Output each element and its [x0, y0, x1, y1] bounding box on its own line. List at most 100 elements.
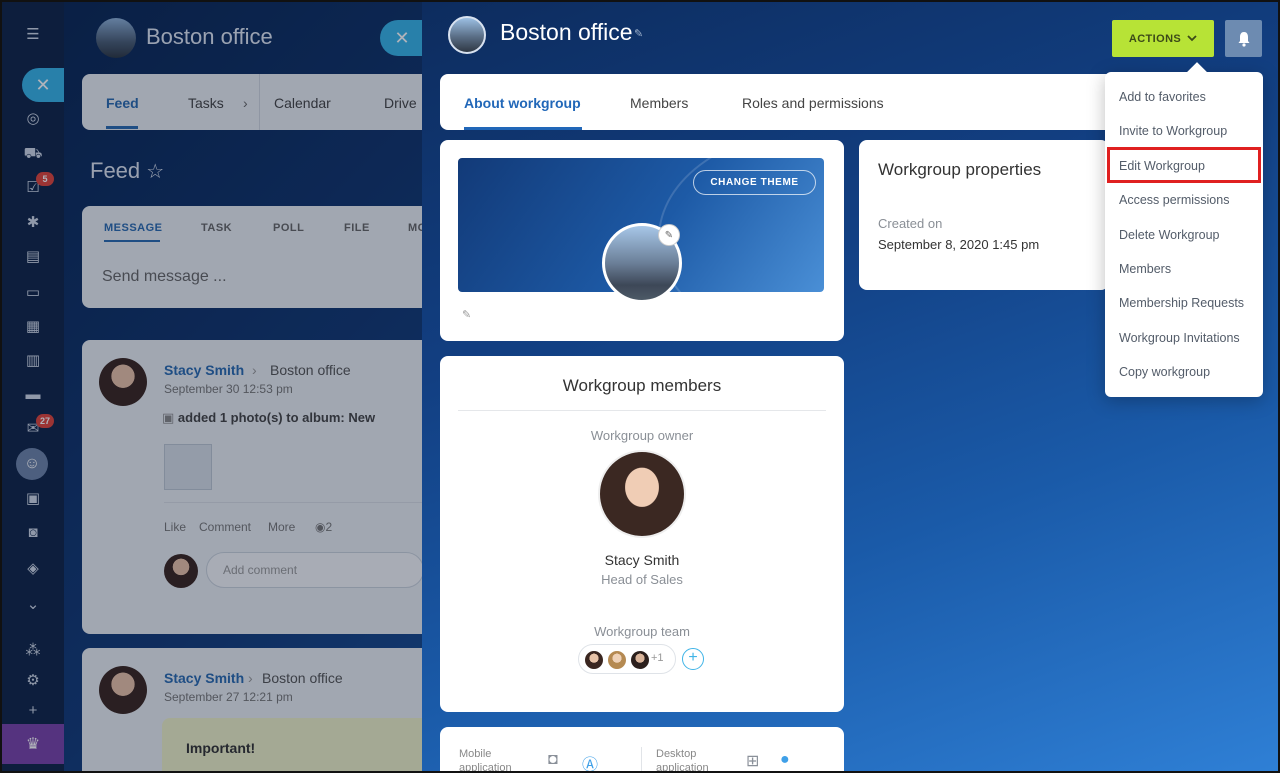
screen: ☰ ✕ ◎ ⛟ ☑ 5 ✱ ▤ ▭ ▦ ▥ ▬ ✉ 27 ☺ ▣ ◙ ◈ ⌄ ⁂…	[0, 0, 1280, 773]
post-target[interactable]: Boston office	[262, 670, 343, 686]
actions-button[interactable]: ACTIONS	[1112, 20, 1214, 57]
avatar	[164, 554, 198, 588]
composer-tab-poll[interactable]: POLL	[273, 222, 304, 234]
menu-item-invite-to-workgroup[interactable]: Invite to Workgroup	[1119, 124, 1227, 138]
pencil-icon[interactable]: ✎	[658, 224, 680, 246]
mobile-app-label: Mobile application	[459, 748, 512, 773]
members-title: Workgroup members	[562, 376, 722, 395]
owner-name[interactable]: Stacy Smith	[440, 552, 844, 568]
menu-icon[interactable]: ☰	[19, 20, 47, 48]
apps-card: Mobile application ◘ Ⓐ Desktop applicati…	[440, 727, 844, 773]
created-value: September 8, 2020 1:45 pm	[878, 237, 1040, 252]
tab-tasks[interactable]: Tasks	[188, 95, 224, 111]
sites-icon[interactable]: ▤	[19, 242, 47, 270]
post-target[interactable]: Boston office	[270, 362, 351, 378]
properties-title: Workgroup properties	[878, 160, 1042, 179]
image-icon: ▣	[162, 410, 175, 425]
settings-icon[interactable]: ⚙	[19, 666, 47, 694]
change-theme-button[interactable]: CHANGE THEME	[693, 170, 816, 195]
tab-roles-and-permissions[interactable]: Roles and permissions	[742, 95, 884, 111]
composer-tab-file[interactable]: FILE	[344, 222, 370, 234]
avatar[interactable]	[99, 666, 147, 714]
chat-icon[interactable]: ▭	[19, 278, 47, 306]
pencil-icon[interactable]: ✎	[634, 27, 643, 40]
avatar	[607, 650, 627, 670]
members-card: Workgroup members Workgroup owner Stacy …	[440, 356, 844, 712]
app-store-icon[interactable]: Ⓐ	[582, 751, 598, 771]
feed-title-text: Feed	[90, 158, 141, 183]
important-message: Important!	[162, 718, 424, 771]
star-icon[interactable]: ☆	[146, 161, 164, 183]
background-page: Boston office ✕ Feed Tasks › Calendar Dr…	[64, 2, 426, 771]
comment-input[interactable]: Add comment	[206, 552, 424, 588]
close-icon[interactable]: ✕	[22, 68, 64, 102]
menu-item-membership-requests[interactable]: Membership Requests	[1119, 296, 1244, 310]
tab-about-workgroup[interactable]: About workgroup	[464, 95, 581, 111]
post-composer: MESSAGE TASK POLL FILE MO Send message .…	[82, 206, 426, 308]
avatar[interactable]	[99, 358, 147, 406]
desktop-app-label: Desktop application	[656, 748, 709, 773]
crm-icon[interactable]: ✱	[19, 208, 47, 236]
menu-item-access-permissions[interactable]: Access permissions	[1119, 193, 1229, 207]
composer-tab-task[interactable]: TASK	[201, 222, 232, 234]
sitemap-icon[interactable]: ⁂	[19, 636, 47, 664]
cover-card: CHANGE THEME ✎ ✎	[440, 140, 844, 341]
bell-icon[interactable]	[1225, 20, 1262, 57]
post-date[interactable]: September 30 12:53 pm	[164, 382, 293, 396]
group-avatar	[448, 16, 486, 54]
tab-calendar[interactable]: Calendar	[274, 95, 331, 111]
feed-title: Feed ☆	[90, 158, 164, 184]
menu-item-add-to-favorites[interactable]: Add to favorites	[1119, 90, 1206, 104]
tab-drive[interactable]: Drive	[384, 95, 417, 111]
tab-feed[interactable]: Feed	[106, 95, 139, 111]
more-link[interactable]: More	[268, 520, 295, 534]
pencil-icon[interactable]: ✎	[462, 308, 471, 321]
menu-item-delete-workgroup[interactable]: Delete Workgroup	[1119, 228, 1220, 242]
workgroups-icon[interactable]: ☺	[16, 448, 48, 480]
menu-item-copy-workgroup[interactable]: Copy workgroup	[1119, 365, 1210, 379]
message-input[interactable]: Send message ...	[102, 268, 227, 286]
android-icon[interactable]: ◘	[548, 751, 558, 769]
target-icon[interactable]: ◎	[19, 104, 47, 132]
box-icon[interactable]: ◈	[19, 554, 47, 582]
add-icon[interactable]: +	[19, 696, 47, 724]
documents-icon[interactable]: ▥	[19, 346, 47, 374]
menu-item-workgroup-invitations[interactable]: Workgroup Invitations	[1119, 331, 1240, 345]
windows-icon[interactable]: ⊞	[746, 751, 759, 771]
menu-item-members[interactable]: Members	[1119, 262, 1171, 276]
robot-icon[interactable]: ◙	[19, 518, 47, 546]
workgroup-panel: Boston office ✎ ACTIONS About workgroup …	[422, 2, 1278, 773]
crown-icon[interactable]: ♛	[2, 724, 64, 764]
chevron-down-icon	[1187, 33, 1197, 45]
tab-members[interactable]: Members	[630, 95, 688, 111]
panel-title: Boston office	[500, 19, 633, 45]
composer-tab-message[interactable]: MESSAGE	[104, 222, 163, 234]
cart-icon[interactable]: ⛟	[19, 140, 47, 168]
more-icon[interactable]: ⌄	[19, 590, 47, 618]
chevron-right-icon: ›	[243, 95, 248, 111]
views-count: ◉2	[315, 520, 332, 534]
apple-icon[interactable]: ●	[780, 751, 790, 769]
divider	[641, 747, 642, 771]
drive-icon[interactable]: ▬	[19, 380, 47, 408]
tab-underline	[106, 126, 138, 129]
avatar[interactable]	[598, 450, 686, 538]
photo-thumbnail[interactable]	[164, 444, 212, 490]
post-author[interactable]: Stacy Smith	[164, 362, 244, 378]
comment-link[interactable]: Comment	[199, 520, 251, 534]
team-avatars[interactable]: +1	[578, 644, 676, 674]
tasks-badge: 5	[36, 172, 54, 186]
owner-label: Workgroup owner	[590, 428, 694, 443]
calendar-icon[interactable]: ▦	[19, 312, 47, 340]
like-link[interactable]: Like	[164, 520, 186, 534]
post-action-text: added 1 photo(s) to album: New	[177, 410, 376, 425]
post-date[interactable]: September 27 12:21 pm	[164, 690, 293, 704]
avatar	[584, 650, 604, 670]
tab-bar: Feed Tasks › Calendar Drive	[82, 74, 424, 130]
post-author[interactable]: Stacy Smith	[164, 670, 244, 686]
close-icon[interactable]: ✕	[380, 20, 424, 56]
owner-role: Head of Sales	[601, 572, 683, 587]
divider	[458, 410, 826, 411]
add-member-button[interactable]: +	[682, 648, 704, 670]
contacts-icon[interactable]: ▣	[19, 484, 47, 512]
